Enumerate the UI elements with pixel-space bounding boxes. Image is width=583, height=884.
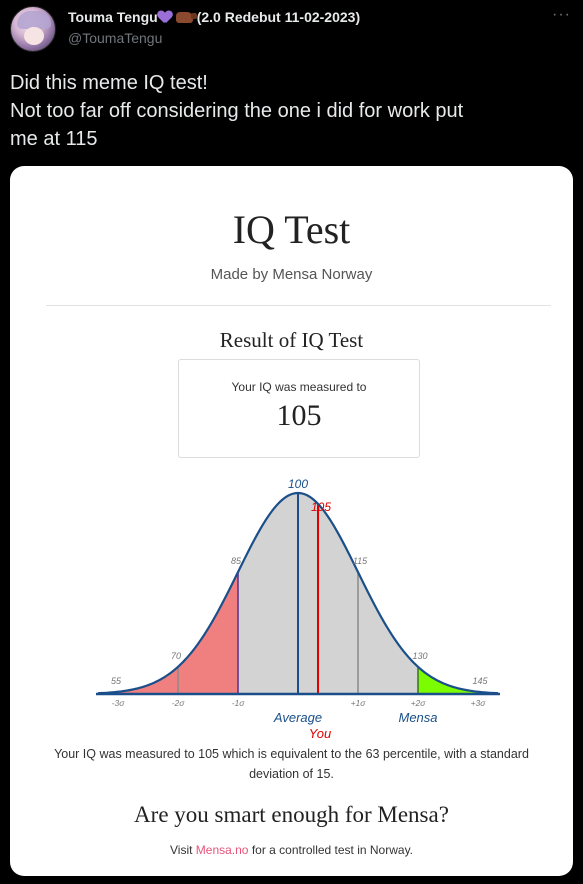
score-label: 145 (472, 676, 488, 686)
tweet-text-line: me at 115 (10, 128, 98, 150)
visit-suffix: for a controlled test in Norway. (251, 843, 414, 857)
score-label: 55 (111, 676, 122, 686)
score-label: 130 (412, 651, 427, 661)
sigma-tick-label: -3σ (112, 698, 126, 708)
annotation-label: Mensa (398, 710, 437, 725)
score-label: 105 (311, 500, 331, 514)
score-label: 115 (353, 556, 368, 566)
tweet-image-card[interactable]: IQ Test Made by Mensa Norway Result of I… (10, 166, 573, 876)
annotation-label: You (309, 726, 331, 741)
sigma-tick-label: -1σ (232, 698, 246, 708)
cow-icon (175, 11, 197, 23)
display-name-line[interactable]: Touma Tengu (2.0 Redebut 11-02-2023) (68, 9, 360, 25)
user-handle[interactable]: @ToumaTengu (68, 30, 162, 46)
purple-heart-icon (159, 11, 173, 24)
avatar[interactable] (10, 6, 56, 52)
tweet-text: Did this meme IQ test! Not too far off c… (10, 69, 575, 153)
more-options-icon[interactable]: ··· (552, 6, 571, 24)
display-name-suffix[interactable]: (2.0 Redebut 11-02-2023) (197, 9, 360, 25)
visit-line: Visit Mensa.no for a controlled test in … (10, 843, 573, 857)
tweet-header: Touma Tengu (2.0 Redebut 11-02-2023) @To… (0, 0, 583, 60)
display-name[interactable]: Touma Tengu (68, 9, 158, 25)
score-label: 70 (171, 651, 181, 661)
tweet-text-line: Did this meme IQ test! (10, 72, 208, 94)
sigma-tick-label: +2σ (411, 698, 427, 708)
score-label: 85 (231, 556, 242, 566)
mensa-link[interactable]: Mensa.no (196, 843, 249, 857)
annotation-label: Average (273, 710, 322, 725)
iq-distribution-chart: 55 70 85 100105 115 130 145 -3σ -2σ -1σ +1σ +2σ +3σ A… (96, 477, 500, 741)
sigma-tick-label: +1σ (351, 698, 367, 708)
mensa-question: Are you smart enough for Mensa? (134, 802, 449, 827)
score-label: 100 (288, 477, 308, 491)
visit-prefix: Visit (169, 843, 193, 857)
tweet-text-line: Not too far off considering the one i di… (10, 100, 464, 122)
sigma-tick-label: -2σ (172, 698, 186, 708)
sigma-tick-label: +3σ (471, 698, 487, 708)
result-explanation: Your IQ was measured to 105 which is equ… (54, 747, 529, 781)
